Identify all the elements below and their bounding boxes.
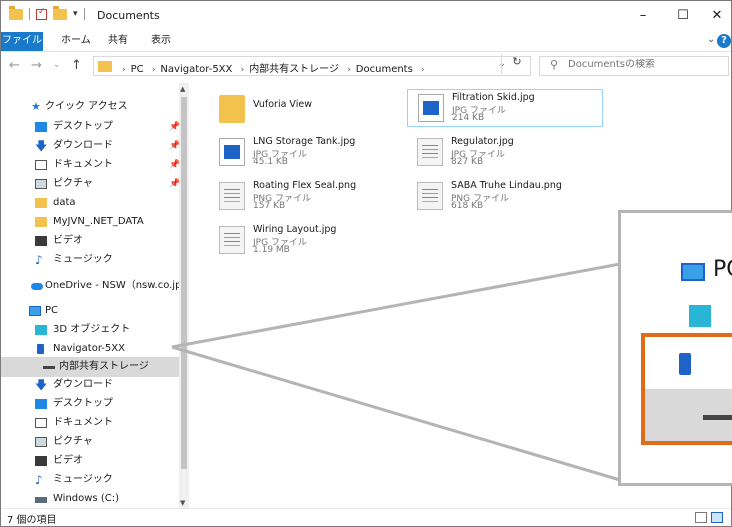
3d-objects-icon — [689, 305, 711, 327]
zoom-callout: PC — [618, 210, 732, 486]
highlight-box — [641, 333, 732, 445]
callout-line-top — [171, 262, 621, 349]
zoom-pc-label: PC — [713, 257, 732, 282]
drive-icon — [703, 415, 732, 420]
callout-line-bottom — [171, 345, 621, 482]
phone-icon — [679, 353, 691, 375]
pc-icon — [681, 263, 705, 281]
